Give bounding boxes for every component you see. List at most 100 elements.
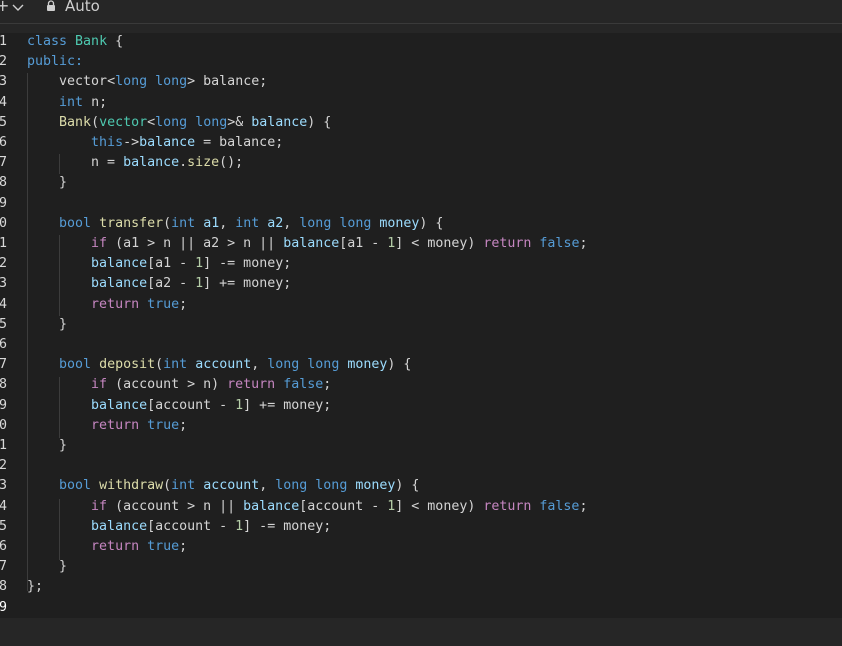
code-line[interactable]: 2 public: [0,52,842,72]
editor-toolbar: + Auto [0,0,842,24]
code-token: ] < money) [395,498,484,514]
new-terminal-button[interactable]: + [0,0,9,14]
code-token: [account - [147,397,236,413]
code-token: return [483,498,532,514]
code-token: ) { [387,357,412,373]
code-token: ] < money) [395,236,484,251]
code-token: if [91,377,108,393]
code-line[interactable]: 4 return true; [0,295,842,315]
code-text: vector<long long> balance; [27,72,267,92]
code-line[interactable]: 5 } [0,315,842,335]
code-token: -> [123,135,140,150]
code-text: int n; [27,93,107,113]
code-token: , [259,478,276,494]
line-number: 9 [0,397,8,413]
code-line[interactable]: 6 return true; [0,537,842,557]
code-line[interactable]: 3 bool withdraw(int account, long long m… [0,476,842,496]
code-line[interactable]: 9 [0,598,842,618]
code-token: } [27,175,68,191]
code-token: long [115,74,148,90]
code-text: } [27,173,67,193]
code-token: vector [99,114,148,130]
code-token: if [91,498,108,514]
code-line[interactable]: 8}; [0,577,842,597]
code-line[interactable]: 3 balance[a2 - 1] += money; [0,274,842,294]
code-line[interactable]: 4 int n; [0,93,842,113]
code-text: n = balance.size(); [27,153,243,173]
code-token: return [91,296,140,312]
code-text: public: [27,52,83,72]
line-number: 4 [0,296,8,312]
code-line[interactable]: 7 bool deposit(int account, long long mo… [0,355,842,375]
code-token: int [59,94,84,110]
code-token: >& [227,114,252,130]
lock-icon [46,0,56,16]
code-token: ) { [419,215,444,231]
code-line[interactable]: 7 } [0,557,842,577]
code-line[interactable]: 4 if (account > n || balance[account - 1… [0,497,842,517]
code-line[interactable]: 1 if (a1 > n || a2 > n || balance[a1 - 1… [0,234,842,254]
code-line[interactable]: 2 [0,456,842,476]
code-token: long [155,114,188,130]
code-token: false [539,236,580,251]
code-line[interactable]: 5 balance[account - 1] -= money; [0,517,842,537]
code-token: bool [59,215,92,231]
code-token: ] -= money; [243,518,332,534]
line-number: 7 [0,357,8,373]
code-editor[interactable]: 1 class Bank {2 public: 3 vector<long long>… [0,33,842,618]
code-token: ] += money; [243,397,332,413]
code-token: ] += money; [203,276,292,292]
code-line[interactable]: 2 balance[a1 - 1] -= money; [0,254,842,274]
code-line[interactable]: 8 } [0,173,842,193]
code-token: vector [27,74,108,90]
code-line[interactable]: 0 return true; [0,416,842,436]
code-line[interactable]: 5 Bank(vector<long long>& balance) { [0,113,842,133]
code-token: a1 [203,215,220,231]
mode-label[interactable]: Auto [65,0,100,15]
code-line[interactable]: 9 balance[account - 1] += money; [0,396,842,416]
code-token: balance [91,276,148,292]
code-token: }; [27,579,44,595]
code-token: balance [91,397,148,413]
code-token: 1 [235,397,244,413]
code-token: (account > n || [107,498,244,514]
code-text: if (account > n || balance[account - 1] … [27,497,587,517]
code-line[interactable]: 0 bool transfer(int a1, int a2, long lon… [0,214,842,234]
line-number: 0 [0,215,8,231]
code-line[interactable]: 7 n = balance.size(); [0,153,842,173]
line-number: 1 [0,438,8,453]
line-number: 8 [0,377,8,393]
code-line[interactable]: 1 class Bank { [0,32,842,52]
line-number: 4 [0,498,8,514]
code-token: public: [27,54,84,70]
code-token: ; [579,236,588,251]
code-line[interactable]: 1 } [0,436,842,456]
code-line[interactable]: 6 this->balance = balance; [0,133,842,153]
code-token: long [275,478,308,494]
code-text: bool withdraw(int account, long long mon… [27,476,419,496]
code-line[interactable]: 9 [0,194,842,214]
code-token: long [299,215,332,231]
code-line[interactable]: 3 vector<long long> balance; [0,72,842,92]
code-line[interactable]: 6 [0,335,842,355]
code-line[interactable]: 8 if (account > n) return false; [0,375,842,395]
code-token: balance [139,135,196,150]
code-token: n = [27,155,124,171]
code-token: money [347,357,388,373]
code-token: deposit [99,357,156,373]
line-number: 2 [0,458,8,474]
code-token: int [235,215,260,231]
chevron-down-icon[interactable] [12,1,24,17]
code-token: ( [155,357,164,373]
code-token: true [147,539,180,554]
code-text: bool deposit(int account, long long mone… [27,355,411,375]
